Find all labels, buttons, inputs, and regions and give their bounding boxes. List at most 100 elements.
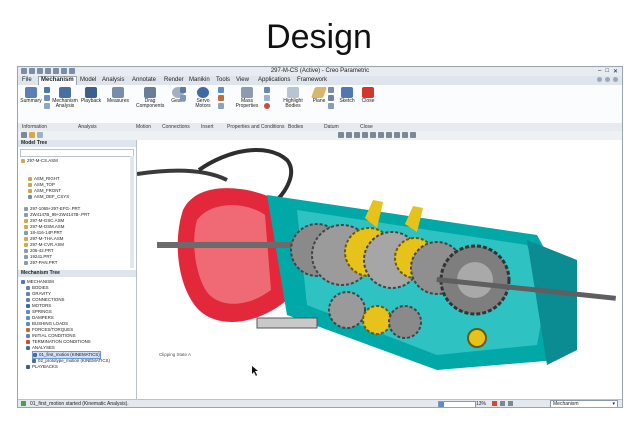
spin-center-icon[interactable] bbox=[402, 132, 408, 138]
gravity-icon bbox=[26, 291, 30, 296]
favorites-icon[interactable] bbox=[37, 132, 43, 138]
group-information: Information bbox=[22, 124, 48, 130]
small-gear-shape bbox=[467, 328, 487, 348]
csys-icon[interactable] bbox=[328, 103, 334, 109]
pause-icon[interactable] bbox=[508, 401, 513, 406]
model-tree-header[interactable]: Model Tree bbox=[18, 140, 136, 147]
saved-views-icon[interactable] bbox=[378, 132, 384, 138]
analysis-icon bbox=[33, 352, 37, 357]
maximize-icon[interactable]: □ bbox=[605, 68, 609, 75]
termination-icon[interactable] bbox=[264, 103, 270, 109]
chevron-down-icon: ▾ bbox=[612, 401, 615, 407]
countershaft-gear-shape bbox=[388, 305, 422, 339]
cam-icon[interactable] bbox=[180, 95, 186, 101]
servo-motors-button[interactable]: Servo Motors bbox=[192, 87, 214, 109]
tab-view[interactable]: View bbox=[234, 77, 251, 83]
minimize-icon[interactable]: – bbox=[598, 68, 601, 75]
repaint-icon[interactable] bbox=[362, 132, 368, 138]
group-analysis[interactable]: Analysis bbox=[78, 124, 97, 130]
mass-properties-icon bbox=[241, 87, 253, 98]
spring-icon[interactable] bbox=[218, 87, 224, 93]
tab-file[interactable]: File bbox=[20, 77, 34, 83]
playback-icon bbox=[85, 87, 97, 98]
transmission-model bbox=[137, 148, 617, 376]
window-title: 297-M-CS (Active) - Creo Parametric bbox=[270, 68, 370, 74]
tree-item[interactable]: PLAYBACKS bbox=[26, 364, 58, 370]
sketch-button[interactable]: Sketch bbox=[338, 87, 356, 104]
part-icon bbox=[24, 212, 28, 217]
initial-condition-icon[interactable] bbox=[264, 95, 270, 101]
part-icon bbox=[24, 206, 28, 211]
detail-icon[interactable] bbox=[44, 95, 50, 101]
zoom-out-icon[interactable] bbox=[354, 132, 360, 138]
highlight-bodies-icon bbox=[287, 87, 299, 98]
datum-plane-icon bbox=[28, 176, 32, 181]
model-tree-tab-icon[interactable] bbox=[21, 132, 27, 138]
tab-render[interactable]: Render bbox=[162, 77, 186, 83]
tab-manikin[interactable]: Manikin bbox=[187, 77, 212, 83]
plane-label: Plane bbox=[312, 98, 326, 104]
measures-button[interactable]: Measures bbox=[106, 87, 130, 104]
mechanism-tree-header[interactable]: Mechanism Tree bbox=[18, 270, 136, 277]
gravity-icon[interactable] bbox=[264, 87, 270, 93]
filter-dropdown[interactable]: Mechanism ▾ bbox=[550, 400, 618, 407]
annotation-display-icon[interactable] bbox=[410, 132, 416, 138]
list-icon[interactable] bbox=[44, 103, 50, 109]
tree-item[interactable]: 297-PAN.PRT bbox=[24, 260, 57, 266]
tab-annotate[interactable]: Annotate bbox=[130, 77, 158, 83]
view-manager-icon[interactable] bbox=[386, 132, 392, 138]
bushing-icon bbox=[26, 321, 30, 326]
zoom-in-icon[interactable] bbox=[346, 132, 352, 138]
ribbon: Summary Mechanism Analysis Playback Meas… bbox=[18, 85, 622, 124]
summary-icon bbox=[25, 87, 37, 98]
playbacks-icon bbox=[26, 364, 30, 369]
selection-filter-icon[interactable] bbox=[500, 401, 505, 406]
display-style-icon[interactable] bbox=[370, 132, 376, 138]
close-window-icon[interactable]: ✕ bbox=[613, 68, 618, 75]
tree-item[interactable]: ASM_DEF_CSYS bbox=[28, 194, 69, 200]
close-button[interactable]: Close bbox=[360, 87, 376, 104]
servo-motor-icon bbox=[197, 87, 209, 98]
damper-icon[interactable] bbox=[218, 103, 224, 109]
playback-button[interactable]: Playback bbox=[80, 87, 102, 104]
datum-display-icon[interactable] bbox=[394, 132, 400, 138]
stop-icon[interactable] bbox=[492, 401, 497, 406]
joint-icon[interactable] bbox=[180, 87, 186, 93]
tree-filter-field[interactable] bbox=[20, 149, 134, 157]
tab-framework[interactable]: Framework bbox=[295, 77, 329, 83]
info-icon[interactable] bbox=[44, 87, 50, 93]
analysis-icon bbox=[32, 358, 36, 363]
insert-small-tools bbox=[218, 87, 224, 111]
axis-icon[interactable] bbox=[328, 87, 334, 93]
tree-item[interactable]: 297-M-CS.ASM bbox=[21, 158, 58, 164]
graphics-window[interactable]: Clipping State A bbox=[137, 140, 622, 399]
csys-icon bbox=[28, 194, 32, 199]
mass-properties-button[interactable]: Mass Properties bbox=[230, 87, 264, 109]
properties-small-tools bbox=[264, 87, 270, 111]
folder-browser-icon[interactable] bbox=[29, 132, 35, 138]
tab-model[interactable]: Model bbox=[78, 77, 98, 83]
mechanism-analysis-button[interactable]: Mechanism Analysis bbox=[52, 87, 78, 109]
tab-applications[interactable]: Applications bbox=[256, 77, 292, 83]
point-icon[interactable] bbox=[328, 95, 334, 101]
cable-shape bbox=[137, 168, 228, 182]
countershaft-gear-shape bbox=[328, 291, 366, 329]
settings-icon[interactable] bbox=[597, 77, 602, 82]
group-datum[interactable]: Datum bbox=[324, 124, 339, 130]
summary-button[interactable]: Summary bbox=[20, 87, 42, 104]
group-motion: Motion bbox=[136, 124, 152, 130]
refit-icon[interactable] bbox=[338, 132, 344, 138]
creo-window: 297-M-CS (Active) - Creo Parametric – □ … bbox=[17, 66, 623, 408]
tab-tools[interactable]: Tools bbox=[214, 77, 232, 83]
plane-button[interactable]: Plane bbox=[310, 87, 328, 104]
help-icon[interactable] bbox=[613, 77, 618, 82]
drag-components-button[interactable]: Drag Components bbox=[136, 87, 164, 109]
layout-icon[interactable] bbox=[605, 77, 610, 82]
tree-scrollbar[interactable] bbox=[130, 156, 134, 268]
navigator-panel: Model Tree 297-M-CS.ASM ASM_RIGHT ASM_TO… bbox=[18, 140, 137, 399]
tab-analysis[interactable]: Analysis bbox=[100, 77, 126, 83]
sketch-icon bbox=[341, 87, 353, 98]
highlight-bodies-button[interactable]: Highlight Bodies bbox=[280, 87, 306, 109]
force-icon[interactable] bbox=[218, 95, 224, 101]
assembly-icon bbox=[24, 224, 28, 229]
